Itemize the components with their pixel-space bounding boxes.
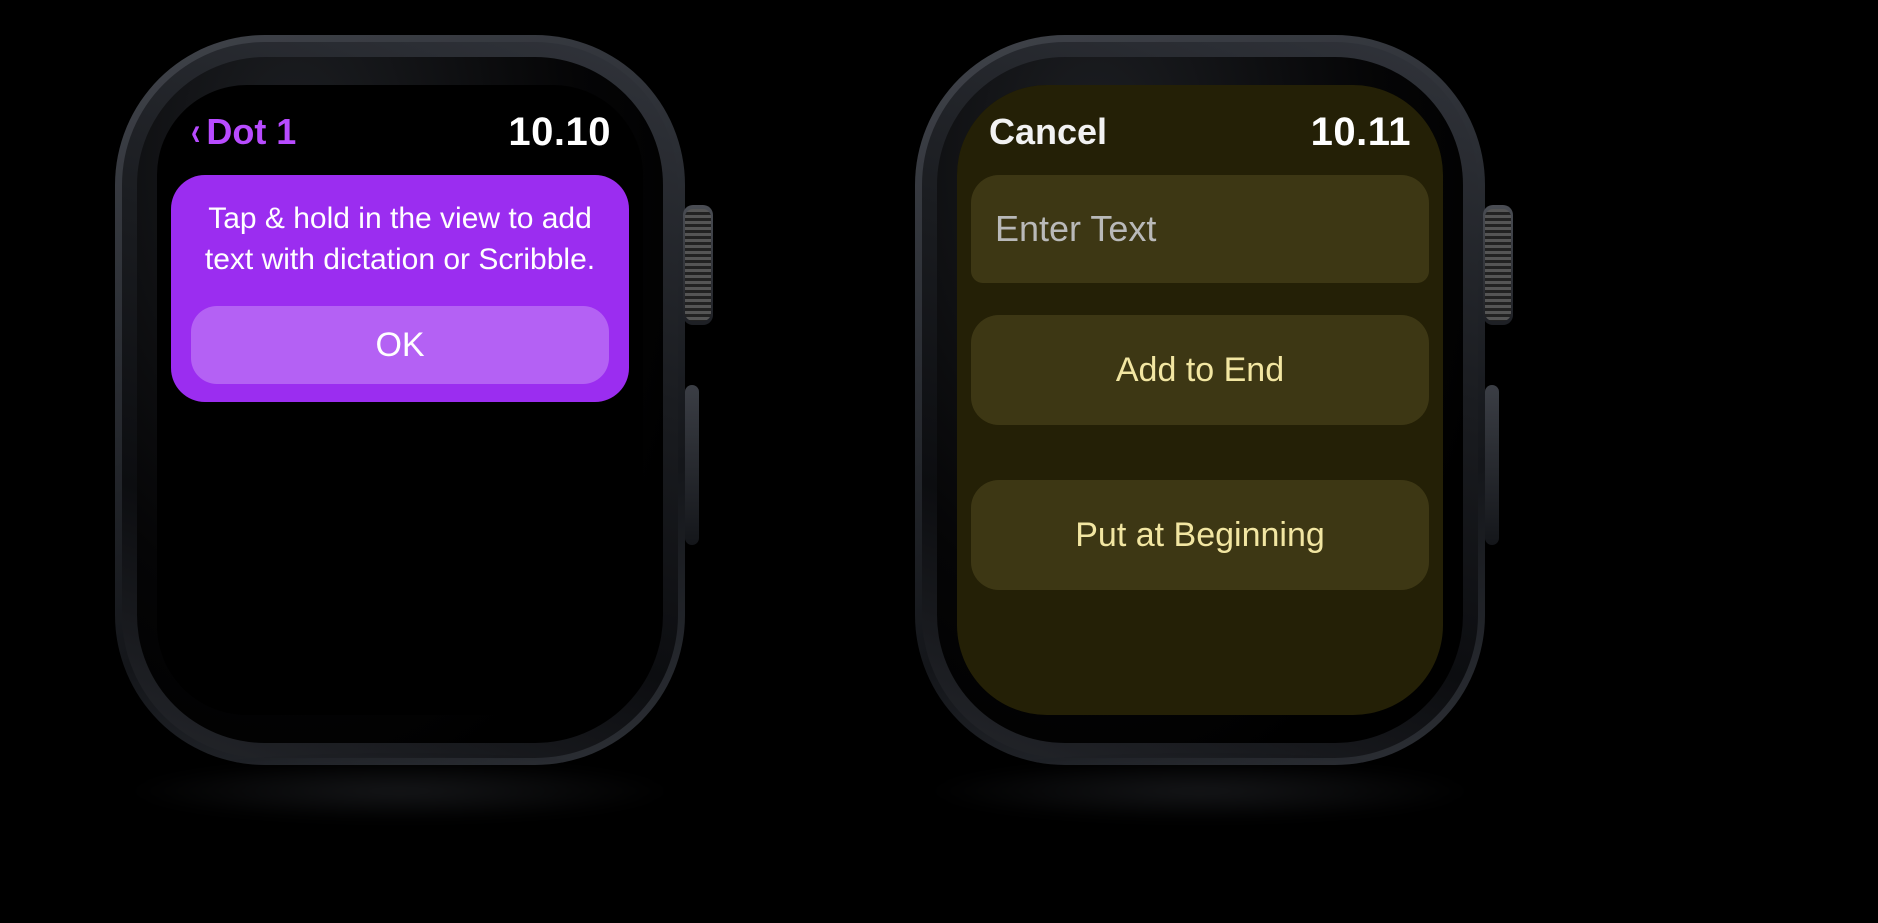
- ok-button-label: OK: [375, 326, 424, 365]
- clock-time: 10.10: [508, 110, 611, 155]
- watch-device-right: Cancel 10.11 Enter Text Add to End Put a…: [915, 35, 1485, 765]
- text-input-placeholder: Enter Text: [995, 208, 1156, 250]
- watch-device-left: ‹ Dot 1 10.10 Tap & hold in the view to …: [115, 35, 685, 765]
- watch-screen-right: Cancel 10.11 Enter Text Add to End Put a…: [957, 85, 1443, 715]
- chevron-left-icon: ‹: [191, 112, 200, 152]
- cancel-button[interactable]: Cancel: [989, 111, 1107, 153]
- watch-case: Cancel 10.11 Enter Text Add to End Put a…: [915, 35, 1485, 765]
- side-button[interactable]: [1485, 385, 1499, 545]
- back-label: Dot 1: [206, 111, 296, 153]
- text-input[interactable]: Enter Text: [971, 175, 1429, 283]
- put-at-beginning-label: Put at Beginning: [1075, 516, 1325, 555]
- status-bar: ‹ Dot 1 10.10: [189, 107, 611, 157]
- shadow-reflection: [125, 761, 675, 821]
- digital-crown[interactable]: [683, 205, 713, 325]
- back-button[interactable]: ‹ Dot 1: [189, 111, 296, 153]
- put-at-beginning-button[interactable]: Put at Beginning: [971, 480, 1429, 590]
- ok-button[interactable]: OK: [191, 306, 609, 384]
- add-to-end-label: Add to End: [1116, 351, 1284, 390]
- clock-time: 10.11: [1311, 110, 1411, 155]
- alert-card: Tap & hold in the view to add text with …: [171, 175, 629, 402]
- add-to-end-button[interactable]: Add to End: [971, 315, 1429, 425]
- side-button[interactable]: [685, 385, 699, 545]
- cancel-label: Cancel: [989, 111, 1107, 153]
- alert-message: Tap & hold in the view to add text with …: [191, 199, 609, 280]
- shadow-reflection: [925, 761, 1475, 821]
- watch-screen-left: ‹ Dot 1 10.10 Tap & hold in the view to …: [157, 85, 643, 715]
- digital-crown[interactable]: [1483, 205, 1513, 325]
- watch-case: ‹ Dot 1 10.10 Tap & hold in the view to …: [115, 35, 685, 765]
- status-bar: Cancel 10.11: [989, 107, 1411, 157]
